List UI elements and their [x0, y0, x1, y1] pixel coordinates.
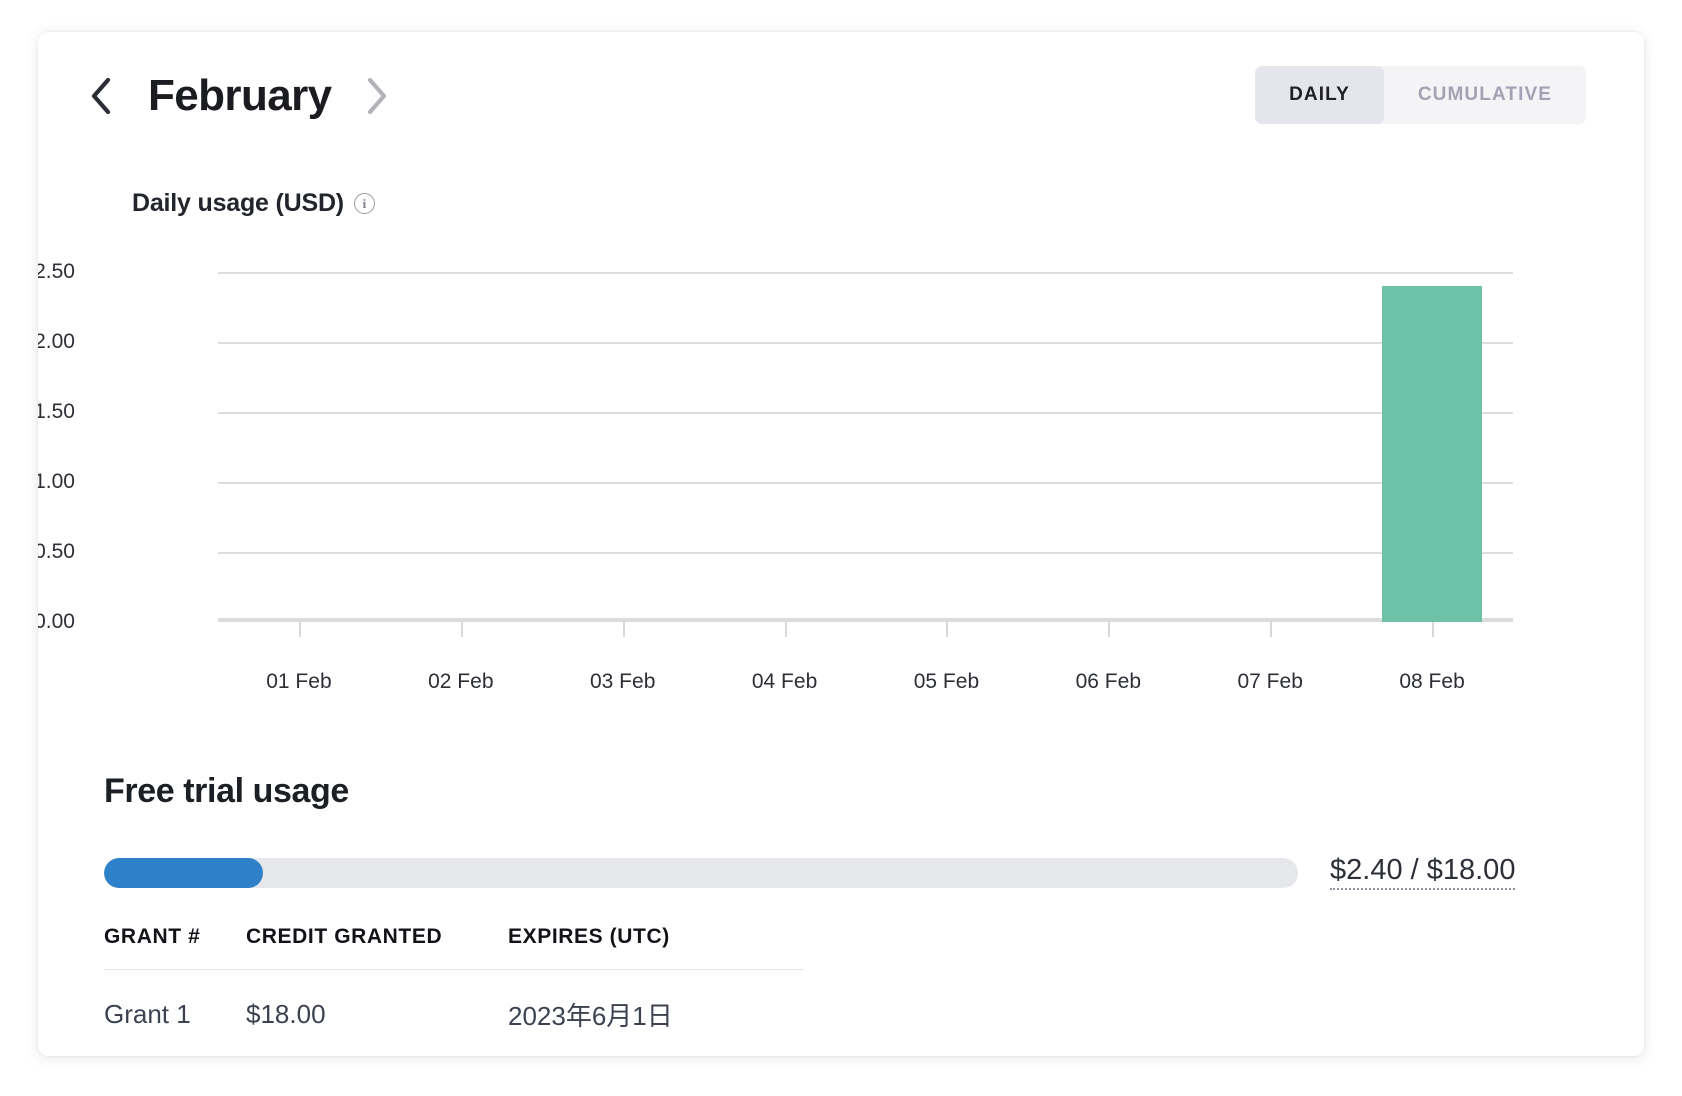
x-axis-tick-mark	[1108, 622, 1110, 637]
daily-usage-chart: $2.50$2.00$1.50$1.00$0.50$0.0001 Feb02 F…	[38, 247, 1644, 677]
grants-table: GRANT # CREDIT GRANTED EXPIRES (UTC) Gra…	[104, 925, 1584, 1033]
cell-expires: 2023年6月1日	[508, 970, 804, 1034]
grants-table-element: GRANT # CREDIT GRANTED EXPIRES (UTC) Gra…	[104, 925, 804, 1033]
chevron-left-icon[interactable]	[78, 68, 124, 124]
y-axis-tick-label: $2.00	[38, 330, 75, 354]
x-axis-tick-mark	[299, 622, 301, 637]
progress-bar-track	[104, 858, 1298, 888]
x-axis-tick-label: 03 Feb	[590, 670, 655, 694]
x-axis-tick-label: 02 Feb	[428, 670, 493, 694]
free-trial-heading: Free trial usage	[104, 772, 349, 811]
x-axis-tick-label: 05 Feb	[914, 670, 979, 694]
tab-daily[interactable]: DAILY	[1255, 66, 1384, 124]
free-trial-progress-row: $2.40 / $18.00	[104, 856, 1584, 890]
page-title: February	[148, 71, 332, 121]
chart-title: Daily usage (USD)	[132, 189, 344, 218]
table-header-row: GRANT # CREDIT GRANTED EXPIRES (UTC)	[104, 925, 804, 970]
month-navigator: February	[78, 60, 400, 132]
x-axis-tick-mark	[1432, 622, 1434, 637]
table-head: GRANT # CREDIT GRANTED EXPIRES (UTC)	[104, 925, 804, 970]
progress-bar-fill	[104, 858, 263, 888]
y-axis-tick-label: $0.00	[38, 610, 75, 634]
y-axis-tick-label: $0.50	[38, 540, 75, 564]
table-body: Grant 1 $18.00 2023年6月1日	[104, 970, 804, 1034]
y-axis-tick-label: $2.50	[38, 260, 75, 284]
cell-grant: Grant 1	[104, 970, 246, 1034]
chart-gridline	[218, 342, 1513, 344]
column-header-expires: EXPIRES (UTC)	[508, 925, 804, 970]
x-axis-tick-mark	[461, 622, 463, 637]
column-header-grant: GRANT #	[104, 925, 246, 970]
x-axis-tick-mark	[623, 622, 625, 637]
usage-card: February DAILY CUMULATIVE Daily usage (U…	[38, 32, 1644, 1056]
x-axis-tick-label: 01 Feb	[266, 670, 331, 694]
usage-amount-label[interactable]: $2.40 / $18.00	[1330, 856, 1515, 890]
chart-title-group: Daily usage (USD) i	[132, 189, 375, 218]
card-header: February DAILY CUMULATIVE	[38, 32, 1644, 162]
chart-bar[interactable]	[1382, 286, 1482, 622]
view-mode-toggle: DAILY CUMULATIVE	[1255, 66, 1586, 124]
table-row: Grant 1 $18.00 2023年6月1日	[104, 970, 804, 1034]
chart-plot-area: $2.50$2.00$1.50$1.00$0.50$0.0001 Feb02 F…	[218, 272, 1513, 622]
chevron-right-icon[interactable]	[354, 68, 400, 124]
cell-credit: $18.00	[246, 970, 508, 1034]
column-header-credit: CREDIT GRANTED	[246, 925, 508, 970]
tab-cumulative[interactable]: CUMULATIVE	[1384, 66, 1586, 124]
chart-gridline	[218, 412, 1513, 414]
x-axis-line	[218, 618, 1513, 622]
y-axis-tick-label: $1.50	[38, 400, 75, 424]
x-axis-tick-mark	[946, 622, 948, 637]
x-axis-tick-label: 04 Feb	[752, 670, 817, 694]
x-axis-tick-mark	[1270, 622, 1272, 637]
chart-gridline	[218, 552, 1513, 554]
x-axis-tick-label: 08 Feb	[1399, 670, 1464, 694]
page-root: February DAILY CUMULATIVE Daily usage (U…	[0, 0, 1682, 1096]
y-axis-tick-label: $1.00	[38, 470, 75, 494]
x-axis-tick-label: 07 Feb	[1237, 670, 1302, 694]
x-axis-tick-label: 06 Feb	[1076, 670, 1141, 694]
x-axis-tick-mark	[785, 622, 787, 637]
chart-gridline	[218, 482, 1513, 484]
chart-gridline	[218, 272, 1513, 274]
info-icon[interactable]: i	[354, 193, 375, 214]
